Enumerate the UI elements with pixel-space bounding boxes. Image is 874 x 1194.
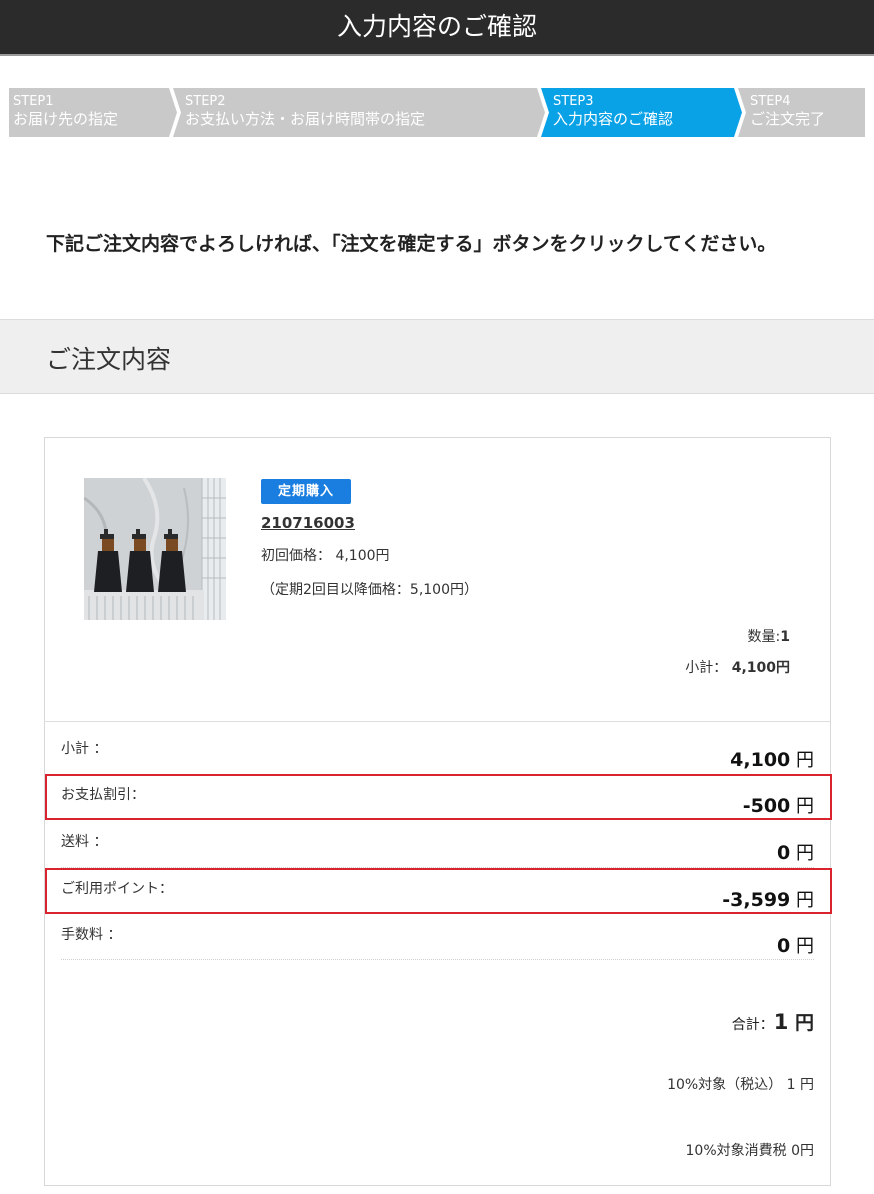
first-price: 初回価格： 4,100円 (261, 548, 390, 564)
step-3-label: 入力内容のご確認 (553, 110, 674, 129)
step-1-number: STEP1 (13, 94, 54, 109)
quantity: 数量:1 (748, 626, 790, 646)
quantity-label: 数量: (747, 629, 781, 645)
summary-value: 0 円 (777, 839, 814, 865)
item-subtotal: 小計： 4,100円 (685, 657, 790, 677)
summary-value: 4,100 円 (730, 746, 814, 772)
summary-amount: -500 (742, 795, 791, 817)
step-2-label: お支払い方法・お届け時間帯の指定 (185, 110, 426, 129)
step-4-number: STEP4 (750, 94, 791, 109)
order-section-header: ご注文内容 (0, 319, 874, 394)
product-code-link[interactable]: 210716003 (261, 514, 355, 532)
summary-label: ご利用ポイント： (61, 881, 173, 897)
summary-label: 手数料 ： (61, 927, 122, 943)
dotted-divider (61, 959, 814, 960)
summary-unit: 円 (790, 890, 814, 911)
summary-label: 送料 ： (61, 834, 108, 850)
summary-value: -3,599 円 (722, 886, 814, 912)
summary-amount: 0 (777, 935, 791, 957)
step-1-label: お届け先の指定 (13, 110, 119, 129)
summary-value: -500 円 (743, 792, 814, 818)
summary-row-fee: 手数料 ： 0 円 (45, 916, 830, 962)
item-subtotal-label: 小計： (685, 660, 728, 676)
summary-amount: -3,599 (722, 889, 791, 911)
step-2-number: STEP2 (185, 94, 226, 109)
summary-row-shipping: 送料 ： 0 円 (45, 823, 830, 869)
section-title: ご注文内容 (46, 345, 172, 374)
summary-unit: 円 (790, 843, 814, 864)
summary-unit: 円 (790, 750, 814, 771)
summary-amount: 0 (777, 842, 791, 864)
step-3: STEP3 入力内容のご確認 (549, 88, 734, 137)
item-subtotal-value: 4,100円 (731, 660, 790, 676)
subscription-badge: 定期購入 (261, 479, 351, 504)
step-4: STEP4 ご注文完了 (746, 88, 865, 137)
step-3-number: STEP3 (553, 94, 594, 109)
confirm-instruction: 下記ご注文内容でよろしければ、「注文を確定する」ボタンをクリックしてください。 (46, 233, 777, 255)
total-unit: 円 (788, 1012, 814, 1034)
step-2: STEP2 お支払い方法・お届け時間帯の指定 (181, 88, 537, 137)
quantity-value: 1 (780, 629, 790, 645)
page-header: 入力内容のご確認 (0, 0, 874, 56)
recurring-price: （定期2回目以降価格：5,100円） (261, 582, 478, 598)
tax-inclusive-line: 10%対象（税込） 1 円 (667, 1077, 814, 1093)
summary-label: お支払割引： (61, 787, 145, 803)
order-card: 定期購入 210716003 初回価格： 4,100円 （定期2回目以降価格：5… (44, 437, 832, 1186)
card-divider (45, 721, 830, 722)
summary-unit: 円 (790, 796, 814, 817)
summary-label: 小計 ： (61, 741, 108, 757)
summary-row-subtotal: 小計 ： 4,100 円 (45, 730, 830, 776)
page-title: 入力内容のご確認 (336, 12, 537, 41)
order-total: 合計：1 円 (732, 1008, 814, 1035)
summary-row-points: ご利用ポイント： -3,599 円 (45, 870, 830, 916)
summary-value: 0 円 (777, 932, 814, 958)
checkout-steps: STEP1 お届け先の指定 STEP2 お支払い方法・お届け時間帯の指定 STE… (9, 88, 865, 137)
summary-row-payment-discount: お支払割引： -500 円 (45, 776, 830, 822)
consumption-tax-line: 10%対象消費税 0円 (685, 1143, 814, 1159)
summary-unit: 円 (790, 936, 814, 957)
summary-amount: 4,100 (730, 749, 791, 771)
total-value: 1 (773, 1010, 789, 1034)
total-label: 合計： (731, 1017, 774, 1033)
step-4-label: ご注文完了 (750, 110, 826, 129)
step-1: STEP1 お届け先の指定 (9, 88, 169, 137)
product-image[interactable] (84, 478, 226, 620)
